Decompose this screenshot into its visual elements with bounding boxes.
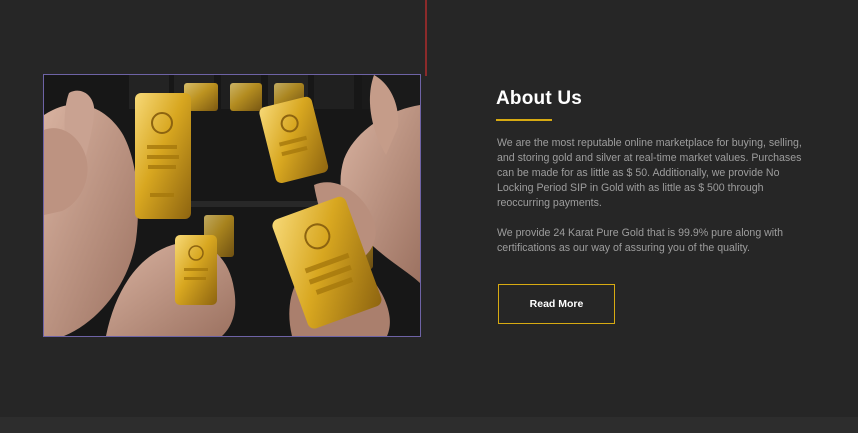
about-paragraph-1: We are the most reputable online marketp… (497, 137, 802, 209)
decorative-vertical-line (425, 0, 427, 76)
about-us-heading: About Us (496, 88, 583, 109)
gold-bars-image (43, 74, 421, 337)
about-paragraph-2: We provide 24 Karat Pure Gold that is 99… (497, 227, 784, 254)
gold-bars-photo (44, 75, 420, 336)
read-more-button[interactable]: Read More (498, 284, 615, 324)
section-bottom-band (0, 417, 858, 433)
heading-underline (496, 119, 552, 121)
about-section: About Us We are the most reputable onlin… (0, 0, 858, 433)
